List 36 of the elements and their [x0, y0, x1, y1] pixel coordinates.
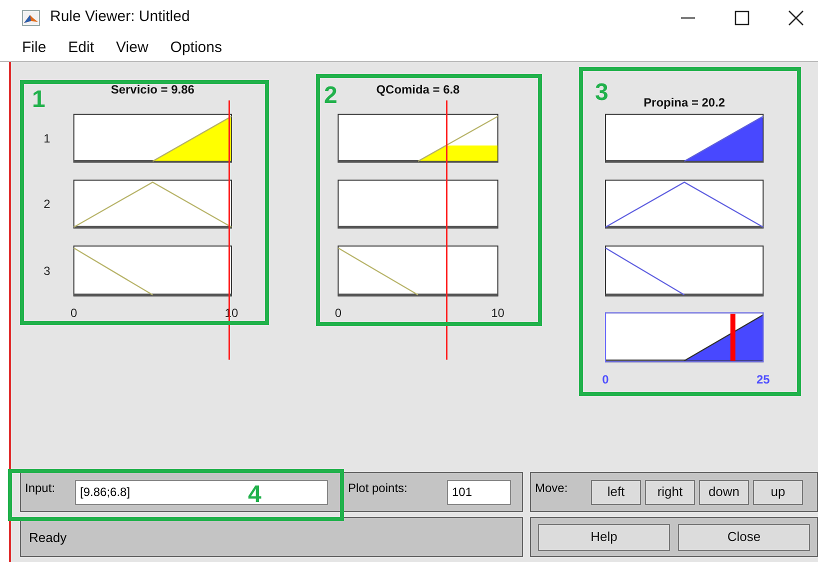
rule-number: 2	[44, 197, 50, 212]
variable-title: Propina = 20.2	[644, 95, 726, 110]
menu-item[interactable]: View	[116, 36, 148, 60]
menu-item[interactable]: Edit	[68, 36, 94, 60]
axis-label: 0	[334, 306, 342, 320]
input-marker-line[interactable]	[446, 100, 448, 360]
plot-points-label: Plot points:	[348, 480, 408, 497]
variable-title: Servicio = 9.86	[110, 82, 194, 96]
annotation-number: 2	[324, 84, 338, 108]
dialog-button[interactable]: Close	[678, 524, 810, 550]
move-button[interactable]: up	[753, 480, 803, 504]
rule-number: 1	[44, 131, 50, 146]
app-logo-icon	[22, 10, 40, 26]
move-button[interactable]: down	[699, 480, 749, 504]
move-label: Move:	[535, 480, 569, 497]
menu-item[interactable]: File	[22, 36, 46, 60]
annotation-number: 1	[32, 88, 46, 112]
input-label: Input:	[25, 480, 56, 497]
input-marker-line[interactable]	[228, 100, 230, 360]
plot-points-field[interactable]: 101	[447, 480, 511, 504]
axis-label: 25	[756, 372, 770, 387]
move-button[interactable]: right	[645, 480, 695, 504]
move-button[interactable]: left	[591, 480, 641, 504]
axis-label: 0	[602, 372, 609, 387]
maximize-icon[interactable]	[734, 10, 750, 26]
close-icon[interactable]	[788, 10, 804, 26]
annotation-number: 4	[248, 483, 262, 507]
menu-item[interactable]: Options	[170, 36, 222, 60]
rule-number: 3	[44, 264, 50, 278]
dialog-button[interactable]: Help	[538, 524, 670, 550]
status-text: Ready	[29, 530, 67, 545]
axis-label: 0	[70, 306, 78, 320]
variable-title: QComida = 6.8	[376, 82, 460, 96]
annotation-number: 3	[595, 81, 608, 105]
window-title: Rule Viewer: Untitled	[50, 7, 190, 28]
axis-label: 10	[491, 306, 504, 320]
